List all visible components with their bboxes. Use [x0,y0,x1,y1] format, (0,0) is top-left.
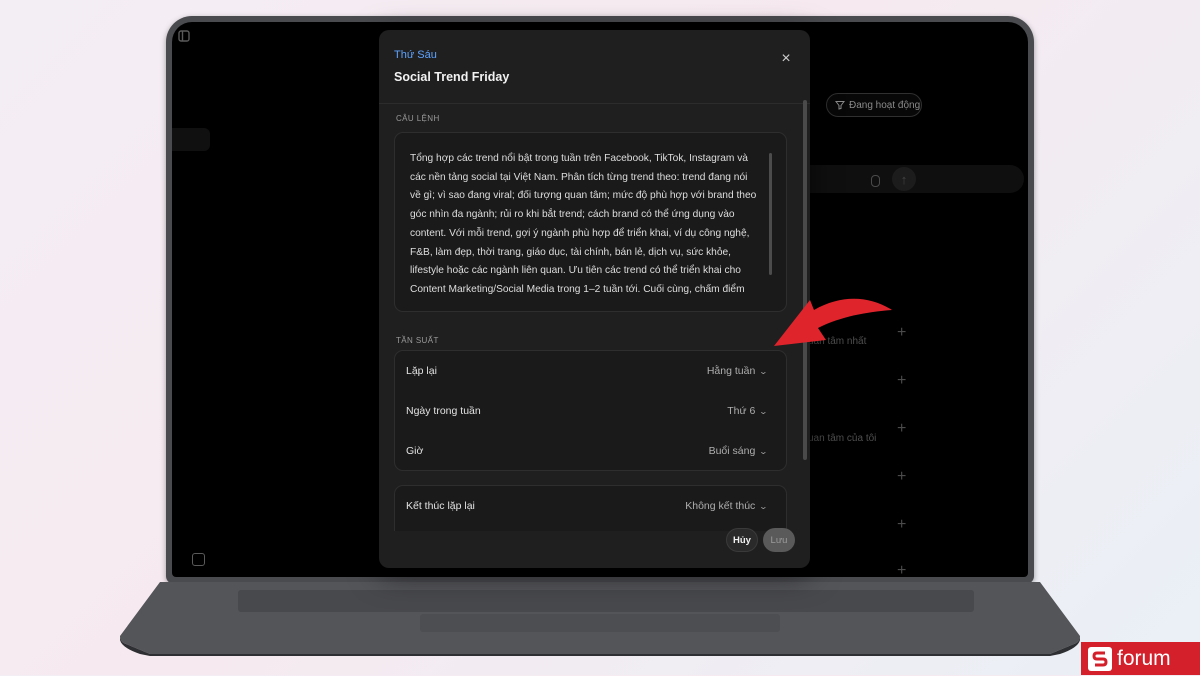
dialog-title: Social Trend Friday [394,70,510,84]
list-item-text: uan tâm của tôi [808,433,877,444]
prompt-text: Tổng hợp các trend nổi bật trong tuần tr… [410,153,757,295]
status-filter-button[interactable]: Đang hoạt động [826,93,922,117]
chat-input[interactable] [808,165,1024,193]
add-icon[interactable]: + [897,468,906,486]
chevron-down-icon: ⌄ [758,406,769,416]
time-label: Giờ [406,445,424,457]
laptop-base [120,582,1080,656]
add-icon[interactable]: + [897,372,906,390]
weekday-label: Ngày trong tuần [406,405,481,417]
sforum-wordmark: forum [1117,646,1171,670]
prompt-scrollbar[interactable] [769,153,772,275]
annotation-arrow-icon [774,298,892,346]
end-repeat-label: Kết thúc lặp lại [406,500,475,512]
end-repeat-settings: Kết thúc lặp lại Không kết thúc ⌄ [394,485,787,531]
edit-task-dialog: Thứ Sáu Social Trend Friday × CÂU LỆNH T… [379,30,810,568]
add-icon[interactable]: + [897,420,906,438]
status-filter-label: Đang hoạt động [849,99,921,111]
chevron-down-icon: ⌄ [758,366,769,376]
weekday-value: Thứ 6 [727,405,756,417]
chevron-down-icon: ⌄ [758,446,769,456]
prompt-section-label: CÂU LỆNH [396,114,440,123]
weekday-select[interactable]: Ngày trong tuần Thứ 6 ⌄ [395,391,786,431]
sforum-logo: forum [1081,642,1200,675]
time-value: Buổi sáng [708,445,756,457]
repeat-label: Lặp lại [406,365,437,377]
repeat-value: Hằng tuần [706,365,756,377]
chevron-down-icon: ⌄ [758,501,769,511]
add-icon[interactable]: + [897,562,906,577]
sidebar-selected-item[interactable] [172,128,210,151]
cancel-button[interactable]: Hủy [726,528,758,552]
time-select[interactable]: Giờ Buổi sáng ⌄ [395,431,786,471]
add-icon[interactable]: + [897,516,906,534]
end-repeat-value: Không kết thúc [685,500,756,512]
close-button[interactable]: × [777,50,795,68]
repeat-select[interactable]: Lặp lại Hằng tuần ⌄ [395,351,786,391]
close-icon: × [781,50,791,67]
dialog-divider [379,103,810,104]
filter-icon [835,101,845,110]
save-button[interactable]: Lưu [763,528,795,552]
dialog-scrollbar-thumb[interactable] [803,100,807,460]
send-button[interactable]: ↑ [892,167,916,191]
frequency-settings: Lặp lại Hằng tuần ⌄ Ngày trong tuần Thứ 6… [394,350,787,471]
prompt-textarea[interactable]: Tổng hợp các trend nổi bật trong tuần tr… [394,132,787,312]
arrow-up-icon: ↑ [900,171,908,187]
end-repeat-select[interactable]: Kết thúc lặp lại Không kết thúc ⌄ [395,486,786,526]
day-label: Thứ Sáu [394,49,437,61]
sforum-s-icon [1088,646,1112,671]
frequency-section-label: TẦN SUẤT [396,336,439,345]
calendar-icon[interactable] [192,553,205,566]
sidebar-toggle-icon [178,30,190,42]
microphone-icon[interactable] [871,175,880,187]
